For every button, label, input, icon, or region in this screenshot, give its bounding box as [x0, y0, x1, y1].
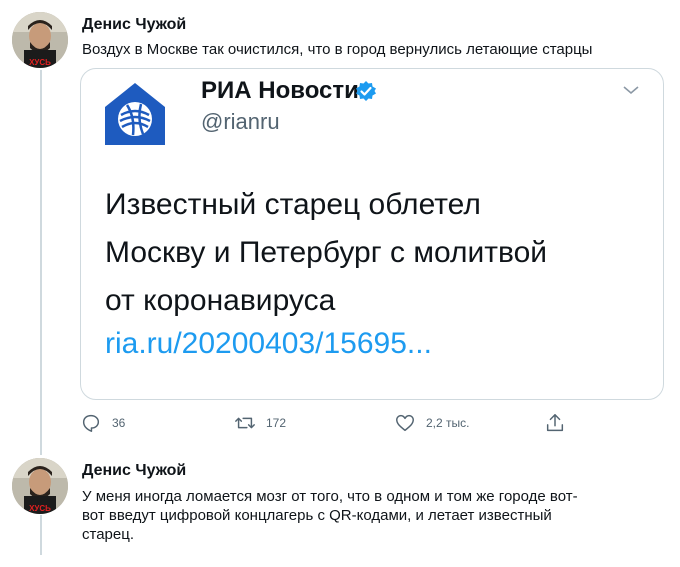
like-count: 2,2 тыс. — [426, 416, 470, 430]
headline-line: от коронавируса — [105, 284, 336, 317]
tweet-author[interactable]: Денис Чужой — [82, 16, 186, 34]
tweet-text-line: У меня иногда ломается мозг от того, что… — [82, 488, 578, 505]
quoted-tweet-card[interactable]: РИА Новости @rianru Известный старец обл… — [80, 68, 664, 400]
ria-logo-icon — [103, 81, 167, 147]
verified-icon — [355, 80, 377, 102]
quoted-handle[interactable]: @rianru — [201, 109, 280, 135]
headline-line: Известный старец облетел — [105, 188, 481, 221]
tweet-author[interactable]: Денис Чужой — [82, 462, 186, 480]
reply-icon — [82, 414, 100, 432]
quoted-headline: Известный старец облетел Москву и Петерб… — [105, 181, 645, 325]
avatar-badge: ХУСЬ — [29, 58, 51, 67]
thread-line — [40, 70, 42, 455]
retweet-button[interactable]: 172 — [234, 410, 286, 436]
quoted-link[interactable]: ria.ru/20200403/15695... — [105, 327, 432, 361]
like-button[interactable]: 2,2 тыс. — [394, 410, 469, 436]
share-button[interactable] — [544, 410, 566, 436]
chevron-down-icon[interactable] — [621, 83, 641, 97]
headline-line: Москву и Петербург с молитвой — [105, 236, 548, 269]
avatar-badge: ХУСЬ — [29, 504, 51, 513]
tweet-actions: 36 172 2,2 тыс. — [80, 410, 580, 436]
reply-button[interactable]: 36 — [80, 410, 125, 436]
retweet-count: 172 — [266, 416, 287, 430]
thread-line — [40, 515, 42, 555]
share-icon — [546, 414, 564, 432]
tweet-text: У меня иногда ломается мозг от того, что… — [82, 487, 672, 544]
retweet-icon — [235, 417, 255, 429]
like-icon — [396, 414, 414, 432]
tweet-text-line: вот введут цифровой концлагерь с QR-кода… — [82, 507, 552, 524]
tweet-text: Воздух в Москве так очистился, что в гор… — [82, 41, 593, 58]
avatar[interactable]: ХУСЬ — [12, 458, 68, 514]
quoted-author-name[interactable]: РИА Новости — [201, 77, 359, 105]
reply-count: 36 — [112, 416, 126, 430]
avatar[interactable]: ХУСЬ — [12, 12, 68, 68]
tweet-text-line: старец. — [82, 526, 134, 543]
